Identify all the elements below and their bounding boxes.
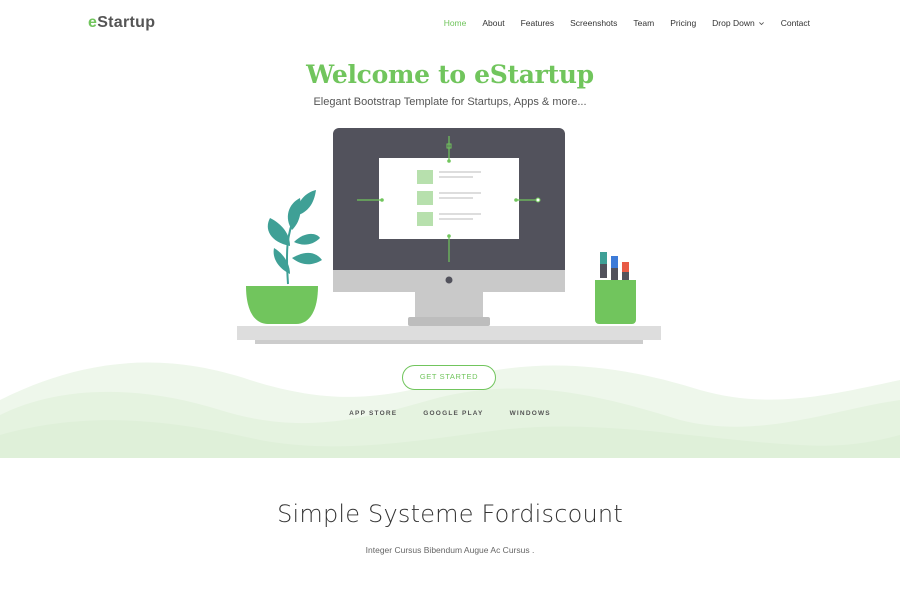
monitor-stand [415,290,483,320]
hero-hills-background [0,362,900,458]
hero-title: Welcome to eStartup [306,60,594,89]
section-subtitle: Integer Cursus Bibendum Augue Ac Cursus … [365,545,535,555]
desk-surface [237,326,661,340]
nav-menu: Home About Features Screenshots Team Pri… [428,18,810,28]
hero-subtitle: Elegant Bootstrap Template for Startups,… [313,96,587,108]
monitor-base [408,317,490,326]
nav-item-dropdown-label: Drop Down [712,18,755,28]
chevron-down-icon [758,21,764,25]
desk-shadow [255,340,643,344]
nav-item-about[interactable]: About [482,18,504,28]
section-title: Simple Systeme Fordiscount [277,500,623,528]
nav-item-features[interactable]: Features [521,18,555,28]
features-intro-section: Simple Systeme Fordiscount Integer Cursu… [0,458,900,600]
brand-logo[interactable]: eStartup [88,14,155,32]
windows-link[interactable]: WINDOWS [510,410,551,417]
store-links: APP STORE GOOGLE PLAY WINDOWS [0,410,900,417]
nav-item-team[interactable]: Team [633,18,654,28]
nav-item-screenshots[interactable]: Screenshots [570,18,617,28]
monitor-icon [333,128,565,292]
google-play-link[interactable]: GOOGLE PLAY [423,410,483,417]
nav-item-contact[interactable]: Contact [781,18,810,28]
app-store-link[interactable]: APP STORE [349,410,397,417]
hero-section: eStartup Home About Features Screenshots… [0,0,900,458]
brand-logo-name: Startup [97,14,156,31]
plant-icon [246,190,322,324]
get-started-button[interactable]: GET STARTED [402,365,496,390]
brand-logo-prefix: e [88,14,98,31]
pencil-cup-icon [595,252,636,324]
nav-item-pricing[interactable]: Pricing [670,18,696,28]
top-navbar: eStartup Home About Features Screenshots… [0,0,900,48]
nav-item-home[interactable]: Home [444,18,467,28]
nav-item-dropdown[interactable]: Drop Down [712,18,765,28]
workspace-illustration [237,128,661,344]
